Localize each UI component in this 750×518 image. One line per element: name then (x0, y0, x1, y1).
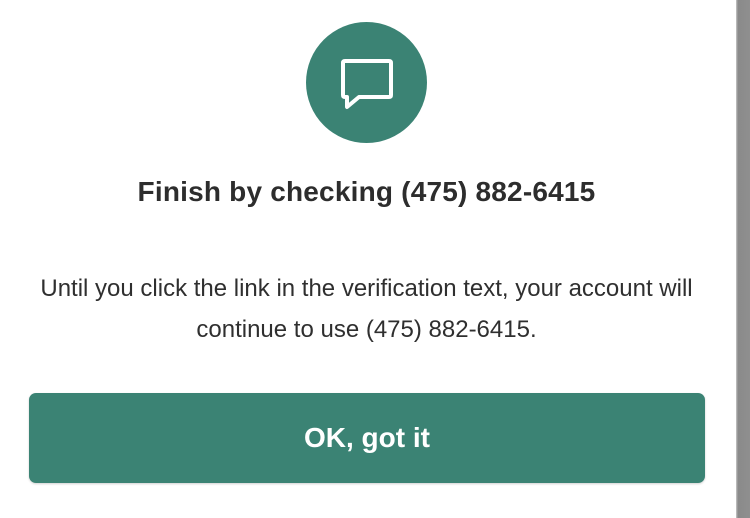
dialog-title: Finish by checking (475) 882-6415 (137, 176, 596, 207)
message-icon-badge (306, 22, 427, 143)
ok-got-it-button[interactable]: OK, got it (29, 393, 705, 483)
message-bubble-icon (340, 58, 393, 109)
verification-dialog: Finish by checking (475) 882-6415 Until … (0, 0, 736, 518)
page: Finish by checking (475) 882-6415 Until … (0, 0, 750, 518)
dialog-message: Until you click the link in the verifica… (40, 275, 693, 343)
window-edge (736, 0, 750, 518)
